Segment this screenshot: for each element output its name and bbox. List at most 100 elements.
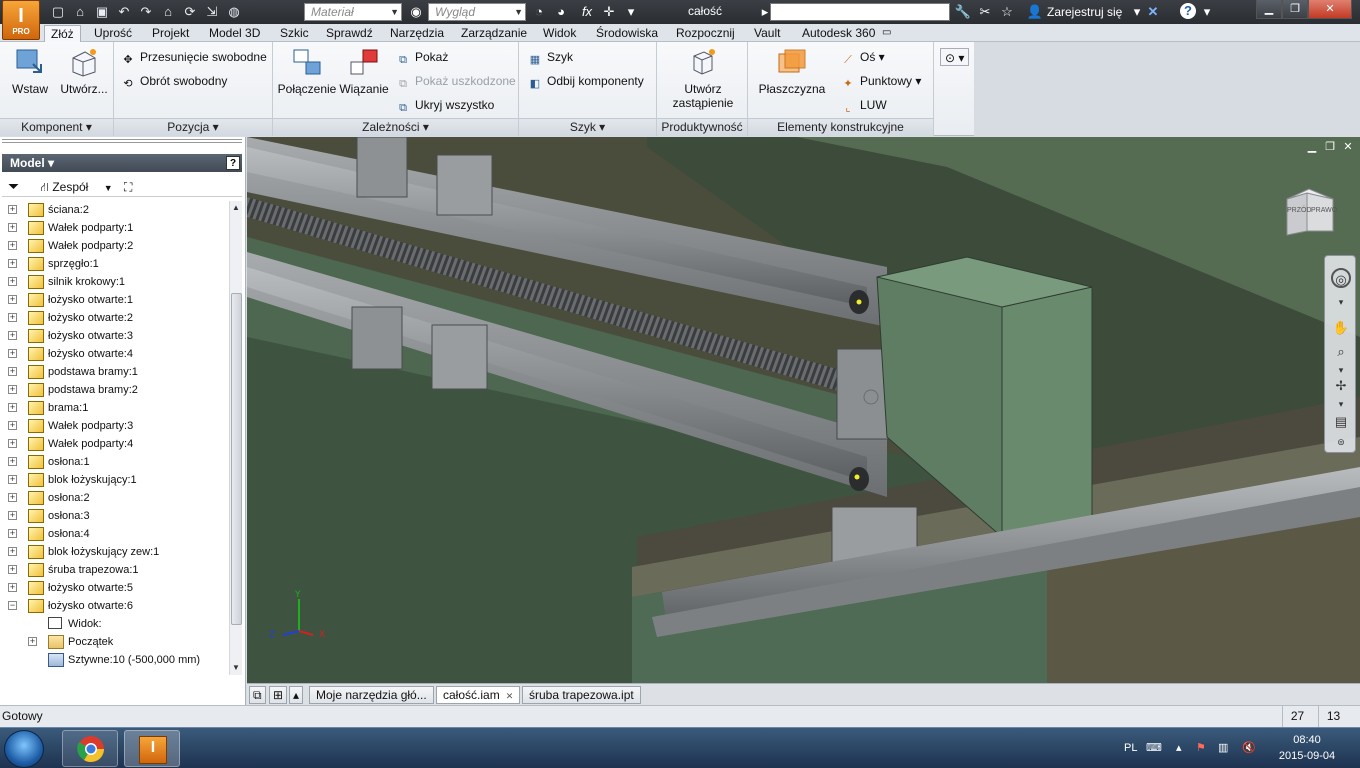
restore-button[interactable]: ❐ [1282,0,1308,19]
tab-manage[interactable]: Zarządzanie [459,25,529,42]
tree-item[interactable]: + łożysko otwarte:4 [2,345,228,363]
tree-item[interactable]: + Wałek podparty:1 [2,219,228,237]
windows-start-button[interactable] [4,730,44,768]
tree-item[interactable]: + Wałek podparty:2 [2,237,228,255]
action-center-icon[interactable]: ⚑ [1196,728,1206,768]
tab-assemble[interactable]: Złóż [44,25,81,42]
volume-icon[interactable]: 🔇 [1242,728,1256,768]
network-icon[interactable]: ▥ [1218,728,1228,768]
browser-grip[interactable] [2,139,242,143]
tree-item[interactable]: + łożysko otwarte:5 [2,579,228,597]
signin-link[interactable]: Zarejestruj się [1047,5,1122,19]
tab-autodesk-360[interactable]: Autodesk 360 [800,25,877,42]
exchange-apps-icon[interactable]: ✕ [1144,3,1162,21]
doc-tab-close-icon[interactable]: ✕ [506,691,514,701]
tree-expand-icon[interactable]: + [8,259,17,268]
update-icon[interactable]: ⟳ [180,3,200,21]
zoom-icon[interactable]: ⌕ [1331,342,1351,362]
hide-all-button[interactable]: ⧉ Ukryj wszystko [395,96,494,114]
ribbon-minimize-icon[interactable]: ▭ [880,25,893,42]
viewport-close-icon[interactable]: ✕ [1341,141,1355,153]
mirror-button[interactable]: ◧ Odbij komponenty [527,72,644,90]
look-at-icon[interactable]: ▤ [1331,412,1351,432]
tree-expand-icon[interactable]: + [8,313,17,322]
tree-expand-icon[interactable]: + [8,475,17,484]
create-component-button[interactable]: Utwórz... [58,46,110,96]
tree-expand-icon[interactable]: + [8,349,17,358]
redo-icon[interactable]: ↷ [136,3,156,21]
close-button[interactable]: ✕ [1308,0,1352,19]
clear-appearance-icon[interactable]: ◕ [552,3,570,21]
new-file-icon[interactable]: ▢ [48,3,68,21]
show-sick-button[interactable]: ⧉ Pokaż uszkodzone [395,72,516,90]
tree-expand-icon[interactable]: + [8,547,17,556]
tree-expand-icon[interactable]: − [8,601,17,610]
tree-expand-icon[interactable]: + [28,637,37,646]
favorites-star-icon[interactable]: ☆ [998,3,1016,21]
viewport-restore-icon[interactable]: ❐ [1323,141,1337,153]
ribbon-options-dropdown[interactable]: ⊙ ▾ [940,48,970,66]
steering-wheel-dropdown-icon[interactable]: ▾ [1331,292,1351,312]
tab-inspect[interactable]: Sprawdź [324,25,375,42]
place-button[interactable]: Wstaw [6,46,54,96]
joint-button[interactable]: Połączenie [277,46,337,96]
tab-get-started[interactable]: Rozpocznij [674,25,737,42]
tree-item[interactable]: + osłona:3 [2,507,228,525]
tab-list-icon[interactable]: ▴ [289,686,304,704]
tab-3d-model[interactable]: Model 3D [207,25,262,42]
tree-expand-icon[interactable]: + [8,223,17,232]
adjust-appearance-icon[interactable]: ◔ [530,3,548,21]
taskbar-inventor[interactable]: I [124,730,180,767]
tab-environments[interactable]: Środowiska [594,25,660,42]
tree-expand-icon[interactable]: + [8,493,17,502]
scroll-up-icon[interactable]: ▲ [230,201,242,215]
doc-tab-screw[interactable]: śruba trapezowa.ipt [522,686,641,704]
language-indicator[interactable]: PL [1124,728,1137,768]
orbit-dropdown-icon[interactable]: ▾ [1331,394,1351,414]
tree-item[interactable]: + ściana:2 [2,201,228,219]
tree-item[interactable]: + Wałek podparty:3 [2,417,228,435]
color-override-icon[interactable]: ◍ [224,3,244,21]
tree-item[interactable]: + osłona:1 [2,453,228,471]
browser-header[interactable]: Model ▾ ? [2,154,242,172]
pattern-button[interactable]: ▦ Szyk [527,48,573,66]
filter-icon[interactable]: ⏷ [8,178,19,194]
tree-expand-icon[interactable]: + [8,529,17,538]
orbit-icon[interactable]: ✢ [1331,376,1351,396]
tab-design[interactable]: Projekt [150,25,191,42]
create-substitute-button[interactable]: Utwórz zastąpienie [663,46,743,110]
tree-expand-icon[interactable]: + [8,385,17,394]
tree-sub-item[interactable]: Sztywne:10 (-500,000 mm) [2,651,228,669]
browser-help-icon[interactable]: ? [226,156,240,170]
tree-item[interactable]: + osłona:4 [2,525,228,543]
tray-expand-icon[interactable]: ▴ [1176,728,1182,768]
position-panel-label[interactable]: Pozycja ▾ [114,118,272,136]
tree-item[interactable]: + łożysko otwarte:2 [2,309,228,327]
tree-sub-item[interactable]: Widok: [2,615,228,633]
pattern-panel-label[interactable]: Szyk ▾ [519,118,656,136]
select-filter-icon[interactable]: ⇲ [202,3,222,21]
tile-windows-icon[interactable]: ⊞ [269,686,288,704]
scroll-down-icon[interactable]: ▼ [230,661,242,675]
help-dropdown-icon[interactable]: ▾ [1198,3,1216,21]
tab-sketch[interactable]: Szkic [278,25,311,42]
axis-button[interactable]: ⟋ Oś ▾ [840,48,885,66]
tree-item[interactable]: + brama:1 [2,399,228,417]
tree-expand-icon[interactable]: + [8,457,17,466]
viewcube[interactable]: PRZÓD PRAWO [1283,185,1337,239]
help-search-input[interactable] [770,3,950,21]
home-icon[interactable]: ⌂ [158,3,178,21]
browser-scrollbar[interactable]: ▲ ▼ [229,201,242,675]
tree-item[interactable]: + łożysko otwarte:3 [2,327,228,345]
assembly-view-label[interactable]: Zespół [52,180,88,194]
appearance-combo[interactable]: Wygląd ▼ [428,3,526,21]
free-move-button[interactable]: ✥ Przesunięcie swobodne [120,48,266,66]
find-binoculars-icon[interactable]: ⛶ [124,180,132,194]
material-combo[interactable]: Materiał ▼ [304,3,402,21]
open-folder-icon[interactable]: ⌂ [70,3,90,21]
viewport-minimize-icon[interactable]: ▁ [1305,141,1319,153]
doc-tab-assembly[interactable]: całość.iam ✕ [436,686,521,704]
save-icon[interactable]: ▣ [92,3,112,21]
tree-expand-icon[interactable]: + [8,295,17,304]
tab-vault[interactable]: Vault [752,25,782,42]
